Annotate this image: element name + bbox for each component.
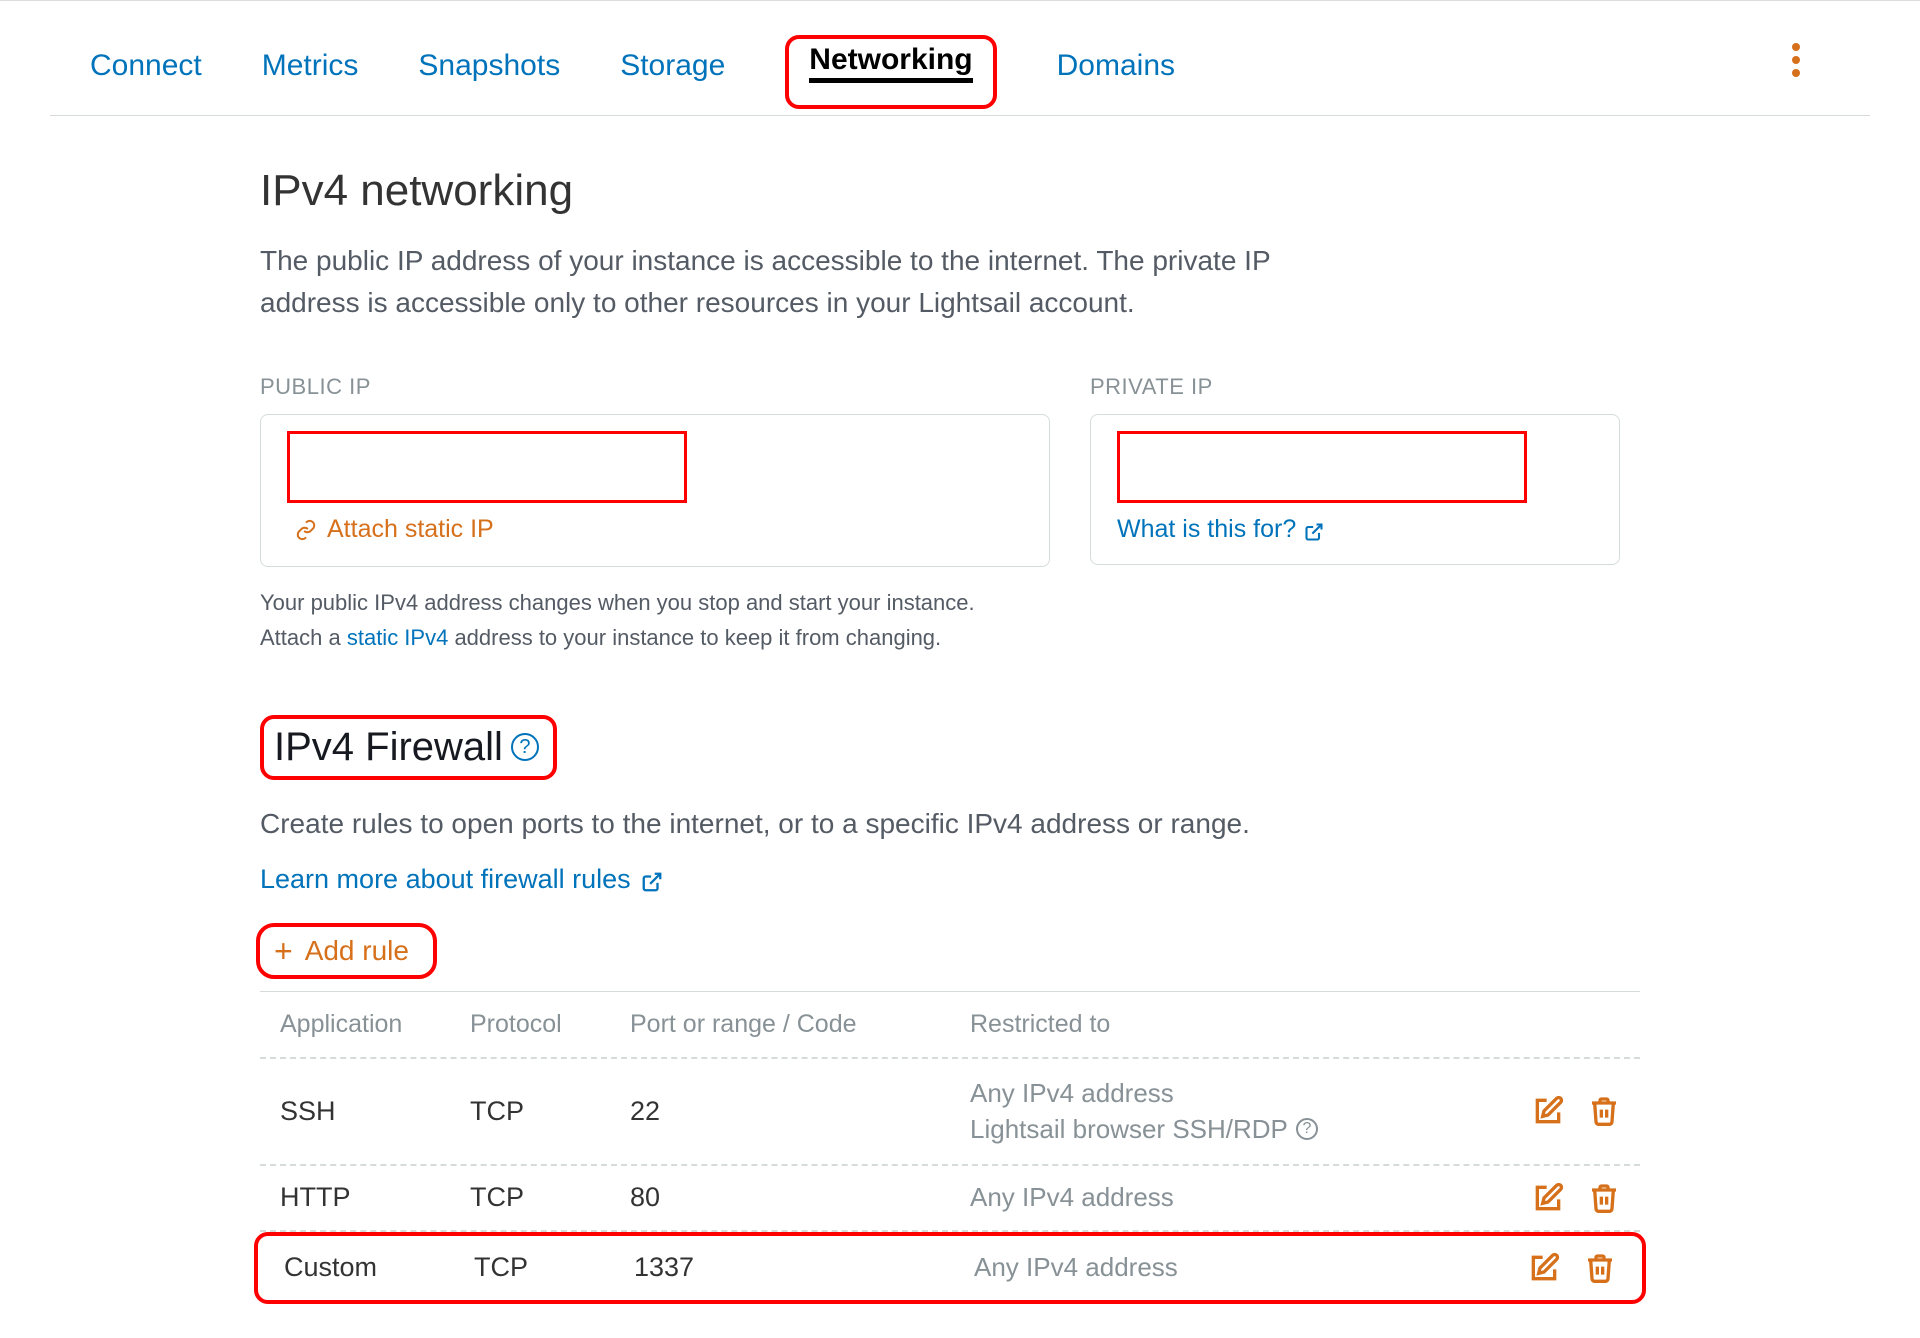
cell-application: SSH	[280, 1096, 470, 1127]
public-ip-box: Attach static IP	[260, 414, 1050, 567]
page-container: Connect Metrics Snapshots Storage Networ…	[0, 0, 1920, 1334]
row-actions	[1510, 1095, 1620, 1127]
attach-icon	[295, 519, 317, 541]
add-rule-button[interactable]: + Add rule	[256, 923, 437, 979]
more-menu-button[interactable]	[1792, 43, 1800, 77]
private-ip-box: What is this for?	[1090, 414, 1620, 565]
cell-port: 1337	[634, 1252, 974, 1283]
private-ip-label: PRIVATE IP	[1090, 374, 1620, 400]
col-header-restricted: Restricted to	[970, 1010, 1510, 1039]
more-dot-icon	[1792, 56, 1800, 64]
help-icon[interactable]: ?	[1296, 1118, 1318, 1140]
cell-restricted: Any IPv4 address	[974, 1252, 1506, 1283]
private-ip-value-redacted	[1117, 431, 1527, 503]
private-ip-info-link[interactable]: What is this for?	[1117, 515, 1324, 544]
tab-snapshots[interactable]: Snapshots	[418, 49, 560, 101]
note-line2-pre: Attach a	[260, 625, 347, 650]
firewall-rules-table: Application Protocol Port or range / Cod…	[260, 991, 1640, 1304]
public-ip-col: PUBLIC IP Attach static IP	[260, 374, 1050, 567]
private-ip-info-text: What is this for?	[1117, 515, 1296, 544]
ip-note-line1: Your public IPv4 address changes when yo…	[260, 585, 1750, 620]
note-line2-post: address to your instance to keep it from…	[448, 625, 941, 650]
row-actions	[1506, 1252, 1616, 1284]
ip-note-line2: Attach a static IPv4 address to your ins…	[260, 620, 1750, 655]
plus-icon: +	[274, 935, 293, 967]
delete-rule-button[interactable]	[1584, 1252, 1616, 1284]
restricted-line2: Lightsail browser SSH/RDP	[970, 1111, 1288, 1147]
attach-static-ip-link[interactable]: Attach static IP	[295, 515, 494, 544]
page-title: IPv4 networking	[260, 166, 1750, 216]
external-link-icon	[641, 869, 661, 889]
private-ip-col: PRIVATE IP What is this for?	[1090, 374, 1620, 567]
cell-application: Custom	[284, 1252, 474, 1283]
restricted-line1: Any IPv4 address	[970, 1075, 1510, 1111]
ip-note: Your public IPv4 address changes when yo…	[260, 585, 1750, 655]
cell-protocol: TCP	[470, 1096, 630, 1127]
tab-metrics[interactable]: Metrics	[262, 49, 359, 101]
cell-restricted: Any IPv4 address	[970, 1182, 1510, 1213]
learn-more-text: Learn more about firewall rules	[260, 864, 631, 895]
tab-domains[interactable]: Domains	[1057, 49, 1175, 101]
cell-protocol: TCP	[470, 1182, 630, 1213]
col-header-actions	[1510, 1010, 1620, 1039]
table-row: SSH TCP 22 Any IPv4 address Lightsail br…	[260, 1059, 1640, 1166]
firewall-heading: IPv4 Firewall	[274, 725, 503, 770]
col-header-protocol: Protocol	[470, 1010, 630, 1039]
learn-more-firewall-link[interactable]: Learn more about firewall rules	[260, 864, 661, 895]
public-ip-label: PUBLIC IP	[260, 374, 1050, 400]
help-icon[interactable]: ?	[511, 733, 539, 761]
static-ipv4-link[interactable]: static IPv4	[347, 625, 448, 650]
content-area: IPv4 networking The public IP address of…	[50, 116, 1750, 1304]
tab-networking-highlight: Networking	[785, 35, 996, 109]
restricted-line2-wrap: Lightsail browser SSH/RDP ?	[970, 1111, 1510, 1147]
cell-application: HTTP	[280, 1182, 470, 1213]
more-dot-icon	[1792, 69, 1800, 77]
edit-rule-button[interactable]	[1532, 1095, 1564, 1127]
table-row: HTTP TCP 80 Any IPv4 address	[260, 1166, 1640, 1232]
delete-rule-button[interactable]	[1588, 1182, 1620, 1214]
add-rule-text: Add rule	[305, 935, 409, 967]
firewall-description: Create rules to open ports to the intern…	[260, 808, 1750, 840]
tab-connect[interactable]: Connect	[90, 49, 202, 101]
page-description: The public IP address of your instance i…	[260, 240, 1360, 324]
tab-storage[interactable]: Storage	[620, 49, 725, 101]
cell-restricted: Any IPv4 address Lightsail browser SSH/R…	[970, 1075, 1510, 1148]
public-ip-value-redacted	[287, 431, 687, 503]
tab-networking[interactable]: Networking	[809, 43, 972, 91]
external-link-icon	[1304, 520, 1324, 540]
col-header-port: Port or range / Code	[630, 1010, 970, 1039]
ip-row: PUBLIC IP Attach static IP	[260, 374, 1750, 567]
row-actions	[1510, 1182, 1620, 1214]
col-header-application: Application	[280, 1010, 470, 1039]
table-header-row: Application Protocol Port or range / Cod…	[260, 992, 1640, 1059]
edit-rule-button[interactable]	[1532, 1182, 1564, 1214]
edit-rule-button[interactable]	[1528, 1252, 1560, 1284]
cell-port: 22	[630, 1096, 970, 1127]
delete-rule-button[interactable]	[1588, 1095, 1620, 1127]
tabs-bar: Connect Metrics Snapshots Storage Networ…	[50, 21, 1870, 116]
more-dot-icon	[1792, 43, 1800, 51]
cell-port: 80	[630, 1182, 970, 1213]
cell-protocol: TCP	[474, 1252, 634, 1283]
attach-static-ip-text: Attach static IP	[327, 515, 494, 544]
firewall-heading-highlight: IPv4 Firewall ?	[260, 715, 557, 780]
table-row-highlighted: Custom TCP 1337 Any IPv4 address	[254, 1232, 1646, 1304]
